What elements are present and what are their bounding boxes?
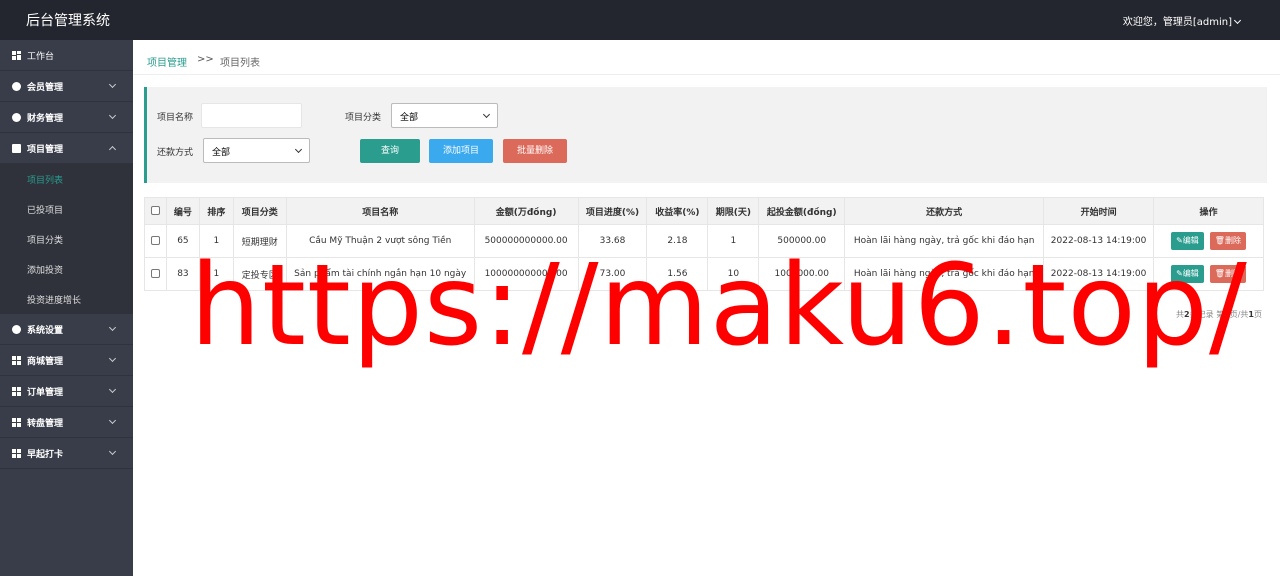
sidebar-subitem-label: 已投项目 [27,206,64,216]
sidebar-subitem-label: 添加投资 [27,266,64,276]
member-icon [12,82,21,91]
sidebar-item-label: 订单管理 [27,388,64,398]
sidebar-subitem-label: 投资进度增长 [27,296,82,306]
search-panel: 项目名称 项目分类 全部 还款方式 全部 查询 添加项目 批量删除 [144,87,1267,183]
grid-icon [12,387,21,396]
row-checkbox[interactable] [150,269,160,278]
project-name-label: 项目名称 [157,113,194,123]
add-project-button[interactable]: 添加项目 [429,139,493,163]
column-header: 期限(天) [707,197,760,225]
grid-icon [12,356,21,365]
user-menu[interactable]: 欢迎您，管理员[admin] [1122,13,1242,28]
project-category-select[interactable]: 全部 [391,103,498,128]
sidebar-subitem-categories[interactable]: 项目分类 [0,224,133,254]
chevron-down-icon [482,110,491,119]
welcome-text: 欢迎您，管理员[admin] [1122,17,1232,28]
sidebar-subitem-progress[interactable]: 投资进度增长 [0,284,133,314]
table-header-row: 编号 排序 项目分类 项目名称 金额(万đồng) 项目进度(%) 收益率(%)… [144,197,1264,225]
sidebar-subitem-label: 项目列表 [27,176,64,186]
sidebar-subitem-project-list[interactable]: 项目列表 [0,164,133,194]
project-category-label: 项目分类 [345,113,382,123]
sidebar-item-orders[interactable]: 订单管理 [0,376,133,407]
pager-text: 页 [1254,310,1262,319]
sidebar-item-label: 转盘管理 [27,419,64,429]
grid-icon [12,418,21,427]
breadcrumb-parent[interactable]: 项目管理 [147,54,187,69]
chevron-down-icon [1233,16,1242,25]
sidebar-subitem-add-investment[interactable]: 添加投资 [0,254,133,284]
sidebar-item-settings[interactable]: 系统设置 [0,314,133,345]
column-header: 开始时间 [1043,197,1155,225]
breadcrumb-current: 项目列表 [220,58,260,69]
chevron-down-icon [108,80,117,89]
batch-delete-button[interactable]: 批量删除 [503,139,567,163]
projects-submenu: 项目列表 已投项目 项目分类 添加投资 投资进度增长 [0,164,133,314]
chevron-down-icon [108,385,117,394]
column-header: 操作 [1153,197,1264,225]
sidebar-item-checkin[interactable]: 早起打卡 [0,438,133,469]
document-icon [12,144,21,153]
sidebar-item-label: 商城管理 [27,357,64,367]
sidebar-item-label: 会员管理 [27,83,64,93]
column-header: 金额(万đồng) [473,197,579,225]
sidebar-item-label: 财务管理 [27,114,64,124]
top-bar: 后台管理系统 欢迎您，管理员[admin] [0,0,1280,40]
column-header: 还款方式 [844,197,1045,225]
sidebar-subitem-invested[interactable]: 已投项目 [0,194,133,224]
project-name-input[interactable] [201,103,302,128]
column-header: 收益率(%) [646,197,709,225]
column-header: 起投金额(đồng) [758,197,846,225]
chevron-down-icon [108,323,117,332]
chevron-down-icon [294,145,303,154]
breadcrumb-separator: >> [197,54,214,65]
chevron-down-icon [108,111,117,120]
gear-icon [12,325,21,334]
column-header: 项目名称 [285,197,475,225]
column-header: 编号 [165,197,200,225]
chevron-down-icon [108,447,117,456]
sidebar-item-label: 早起打卡 [27,450,64,460]
chevron-down-icon [108,416,117,425]
column-header: 排序 [198,197,234,225]
dashboard-icon [12,51,21,60]
row-select-cell [144,257,167,291]
sidebar-item-members[interactable]: 会员管理 [0,71,133,102]
sidebar-item-label: 系统设置 [27,326,64,336]
column-header: 项目进度(%) [577,197,648,225]
grid-icon [12,449,21,458]
repay-method-value: 全部 [212,148,231,158]
project-category-value: 全部 [400,113,419,123]
column-header: 项目分类 [232,197,287,225]
select-all-checkbox[interactable] [150,206,160,215]
chevron-up-icon [108,145,117,154]
sidebar-item-dashboard[interactable]: 工作台 [0,40,133,71]
select-all-cell [144,197,167,225]
chevron-down-icon [108,354,117,363]
sidebar-item-label: 工作台 [27,52,55,62]
sidebar-item-wheel[interactable]: 转盘管理 [0,407,133,438]
query-button[interactable]: 查询 [360,139,420,163]
repay-method-select[interactable]: 全部 [203,138,310,163]
yen-icon [12,113,21,122]
sidebar-subitem-label: 项目分类 [27,236,64,246]
app-title: 后台管理系统 [26,13,110,29]
repay-method-label: 还款方式 [157,148,194,158]
breadcrumb: 项目管理 >> 项目列表 [133,40,1280,75]
sidebar: 工作台 会员管理 财务管理 项目管理 项目列表 已投项目 项目分类 添加投资 投… [0,40,133,576]
sidebar-item-shop[interactable]: 商城管理 [0,345,133,376]
row-select-cell [144,224,167,258]
row-checkbox[interactable] [150,236,160,245]
sidebar-item-projects[interactable]: 项目管理 [0,133,133,164]
watermark-url: https://maku6.top/ [190,241,1248,371]
sidebar-item-finance[interactable]: 财务管理 [0,102,133,133]
sidebar-item-label: 项目管理 [27,145,64,155]
